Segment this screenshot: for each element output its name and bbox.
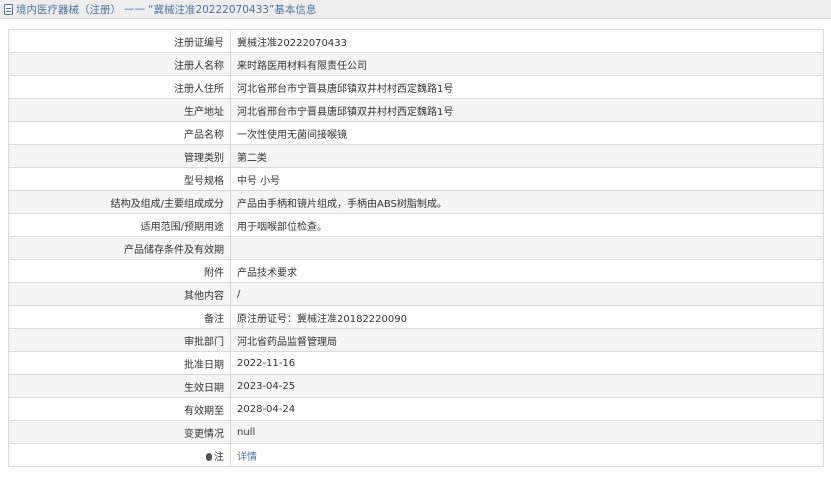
row-label: 生效日期 [8,374,231,398]
row-value: 来时路医用材料有限责任公司 [230,52,824,76]
row-value: 河北省药品监督管理局 [230,328,824,352]
table-row: 适用范围/预期用途 用于咽喉部位检查。 [8,213,824,237]
table-row: 生效日期 2023-04-25 [8,374,824,398]
table-row: 产品名称 一次性使用无菌间接喉镜 [8,121,824,145]
row-value: 中号 小号 [230,167,824,191]
row-label: 备注 [8,305,231,329]
row-value: / [230,282,824,306]
row-value: null [230,420,824,444]
note-icon [206,452,212,461]
row-value: 2023-04-25 [230,374,824,398]
row-value: 用于咽喉部位检查。 [230,213,824,237]
note-value-cell: 详情 [230,443,824,467]
row-value: 原注册证号：冀械注准20182220090 [230,305,824,329]
note-row: 注 详情 [8,443,824,467]
row-value: 产品由手柄和镜片组成，手柄由ABS树脂制成。 [230,190,824,214]
row-label: 结构及组成/主要组成成分 [8,190,231,214]
row-value: 河北省邢台市宁晋县唐邱镇双井村村西定魏路1号 [230,75,824,99]
row-label: 产品名称 [8,121,231,145]
details-link[interactable]: 详情 [237,452,257,463]
table-row: 管理类别 第二类 [8,144,824,168]
row-label: 其他内容 [8,282,231,306]
page-title-bar: 境内医疗器械（注册） —— “冀械注准20222070433”基本信息 [0,0,831,19]
page-category: 境内医疗器械（注册） [16,3,121,16]
row-label: 注册人住所 [8,75,231,99]
note-label-cell: 注 [8,443,231,467]
note-label: 注 [214,451,224,463]
row-value: 产品技术要求 [230,259,824,283]
table-row: 附件 产品技术要求 [8,259,824,283]
title-separator: —— [124,3,145,15]
row-label: 批准日期 [8,351,231,375]
row-label: 产品储存条件及有效期 [8,236,231,260]
row-label: 变更情况 [8,420,231,444]
table-row: 产品储存条件及有效期 [8,236,824,260]
row-label: 注册证编号 [8,29,231,53]
table-row: 其他内容 / [8,282,824,306]
row-value: 2022-11-16 [230,351,824,375]
row-label: 生产地址 [8,98,231,122]
row-value: 河北省邢台市宁晋县唐邱镇双井村村西定魏路1号 [230,98,824,122]
row-value [230,236,824,260]
table-row: 批准日期 2022-11-16 [8,351,824,375]
table-row: 变更情况 null [8,420,824,444]
row-label: 型号规格 [8,167,231,191]
row-value: 冀械注准20222070433 [230,29,824,53]
document-icon [4,3,13,15]
table-row: 有效期至 2028-04-24 [8,397,824,421]
row-label: 注册人名称 [8,52,231,76]
row-label: 管理类别 [8,144,231,168]
row-label: 有效期至 [8,397,231,421]
table-row: 型号规格 中号 小号 [8,167,824,191]
table-row: 注册人名称 来时路医用材料有限责任公司 [8,52,824,76]
page-title: “冀械注准20222070433”基本信息 [148,3,317,16]
table-row: 注册证编号 冀械注准20222070433 [8,29,824,53]
table-row: 备注 原注册证号：冀械注准20182220090 [8,305,824,329]
row-label: 附件 [8,259,231,283]
detail-table: 注册证编号 冀械注准20222070433 注册人名称 来时路医用材料有限责任公… [8,29,824,467]
row-value: 一次性使用无菌间接喉镜 [230,121,824,145]
table-row: 结构及组成/主要组成成分 产品由手柄和镜片组成，手柄由ABS树脂制成。 [8,190,824,214]
table-row: 注册人住所 河北省邢台市宁晋县唐邱镇双井村村西定魏路1号 [8,75,824,99]
row-label: 适用范围/预期用途 [8,213,231,237]
table-row: 生产地址 河北省邢台市宁晋县唐邱镇双井村村西定魏路1号 [8,98,824,122]
row-value: 2028-04-24 [230,397,824,421]
row-label: 审批部门 [8,328,231,352]
row-value: 第二类 [230,144,824,168]
table-row: 审批部门 河北省药品监督管理局 [8,328,824,352]
